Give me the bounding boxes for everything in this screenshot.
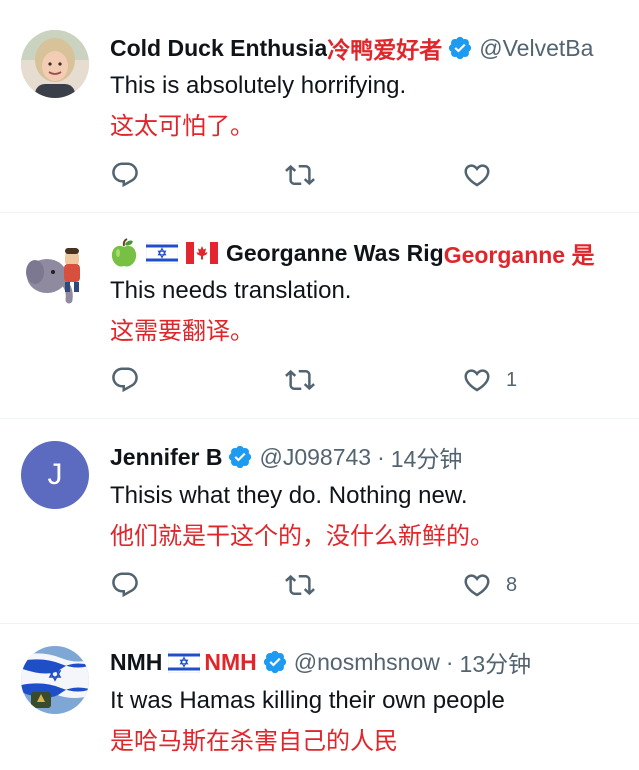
tweet-header: Georganne Was Rig Georganne 是 bbox=[110, 238, 639, 268]
handle[interactable]: @J098743 bbox=[259, 444, 371, 471]
tweet-translation: 是哈马斯在杀害自己的人民 bbox=[110, 728, 398, 755]
avatar[interactable] bbox=[21, 240, 89, 308]
tweet-feed: Cold Duck Enthusia 冷鸭爱好者 @VelvetBa This … bbox=[0, 0, 639, 770]
avatar-elephant-image bbox=[21, 240, 89, 308]
display-name[interactable]: Georganne Was Rig bbox=[226, 240, 444, 267]
tweet-header: NMH NMH @nosmhsnow · 13分钟 bbox=[110, 647, 639, 678]
reply-icon bbox=[112, 162, 138, 188]
heart-icon bbox=[464, 369, 490, 392]
tweet-item[interactable]: J Jennifer B @J098743 · 14分钟 Thisis what… bbox=[0, 419, 639, 624]
display-name[interactable]: Cold Duck Enthusia bbox=[110, 35, 327, 62]
tweet-item[interactable]: NMH NMH @nosmhsnow · 13分钟 It was Hamas k… bbox=[0, 624, 639, 770]
avatar-photo bbox=[21, 30, 89, 98]
tweet-actions bbox=[110, 158, 570, 192]
separator-dot: · bbox=[377, 443, 385, 470]
tweet-header: Cold Duck Enthusia 冷鸭爱好者 @VelvetBa bbox=[110, 33, 639, 64]
retweet-icon bbox=[285, 574, 315, 596]
display-name-translation: 冷鸭爱好者 bbox=[327, 37, 443, 63]
tweet-item[interactable]: Cold Duck Enthusia 冷鸭爱好者 @VelvetBa This … bbox=[0, 0, 639, 213]
retweet-button[interactable] bbox=[285, 363, 315, 397]
verified-badge-icon bbox=[227, 444, 253, 470]
reply-button[interactable] bbox=[110, 158, 140, 192]
retweet-icon bbox=[285, 164, 315, 186]
tweet-translation: 这太可怕了。 bbox=[110, 113, 254, 140]
reply-icon bbox=[112, 572, 138, 598]
tweet-text: This is absolutely horrifying. bbox=[110, 72, 407, 99]
avatar[interactable] bbox=[21, 30, 89, 98]
like-count: 8 bbox=[506, 573, 518, 596]
display-name-translation: NMH bbox=[204, 648, 257, 675]
green-apple-icon bbox=[110, 238, 138, 268]
heart-icon bbox=[464, 164, 490, 187]
separator-dot: · bbox=[445, 648, 454, 675]
reply-icon bbox=[112, 367, 138, 393]
display-name[interactable]: NMH bbox=[110, 649, 162, 676]
display-name-translation: Georganne 是 bbox=[443, 242, 595, 268]
timestamp[interactable]: 13分钟 bbox=[460, 647, 532, 677]
like-button[interactable] bbox=[462, 158, 506, 192]
israel-flag-icon bbox=[145, 241, 179, 265]
retweet-icon bbox=[285, 369, 315, 391]
display-name[interactable]: Jennifer B bbox=[110, 444, 222, 471]
tweet-header: Jennifer B @J098743 · 14分钟 bbox=[110, 442, 639, 473]
avatar[interactable]: J bbox=[21, 441, 89, 509]
like-button[interactable]: 8 bbox=[462, 568, 517, 602]
canada-flag-icon bbox=[186, 242, 218, 264]
heart-icon bbox=[464, 574, 490, 597]
tweet-text: Thisis what they do. Nothing new. bbox=[110, 482, 468, 509]
tweet-actions: 1 bbox=[110, 363, 570, 397]
like-button[interactable]: 1 bbox=[462, 363, 517, 397]
verified-badge-icon bbox=[262, 649, 288, 675]
like-count: 1 bbox=[506, 368, 518, 391]
israel-flag-icon bbox=[168, 650, 201, 674]
tweet-translation: 他们就是干这个的，没什么新鲜的。 bbox=[110, 523, 494, 550]
retweet-button[interactable] bbox=[285, 568, 315, 602]
avatar-flag-image bbox=[21, 646, 89, 714]
tweet-translation: 这需要翻译。 bbox=[110, 318, 254, 345]
verified-badge-icon bbox=[447, 35, 473, 61]
handle[interactable]: @VelvetBa bbox=[479, 35, 593, 62]
tweet-text: It was Hamas killing their own people bbox=[110, 687, 505, 714]
retweet-button[interactable] bbox=[285, 158, 315, 192]
avatar[interactable] bbox=[21, 646, 89, 714]
timestamp[interactable]: 14分钟 bbox=[391, 442, 463, 472]
reply-button[interactable] bbox=[110, 568, 140, 602]
tweet-actions: 8 bbox=[110, 568, 570, 602]
handle[interactable]: @nosmhsnow bbox=[294, 649, 440, 676]
tweet-text: This needs translation. bbox=[110, 277, 352, 304]
tweet-item[interactable]: Georganne Was Rig Georganne 是 This needs… bbox=[0, 213, 639, 419]
avatar-letter: J bbox=[47, 458, 63, 491]
reply-button[interactable] bbox=[110, 363, 140, 397]
